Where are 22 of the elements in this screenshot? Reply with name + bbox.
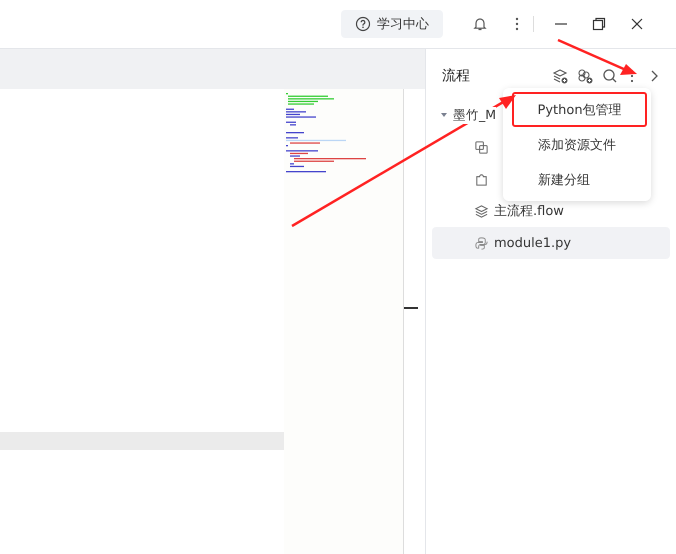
learning-center-button[interactable]: 学习中心 [341,10,443,38]
scroll-thumb[interactable] [404,307,418,309]
more-icon[interactable] [515,16,519,32]
restore-icon[interactable] [591,16,607,32]
help-icon [355,16,371,32]
bell-icon[interactable] [472,16,488,32]
component-add-icon[interactable] [577,68,593,84]
search-icon[interactable] [602,68,618,84]
menu-item[interactable]: 添加资源文件 [512,127,647,162]
layers-add-icon[interactable] [552,68,568,84]
tree-item[interactable]: 墨竹_M [432,99,502,131]
caret-icon [440,111,448,119]
python-icon [474,236,489,250]
panel-title: 流程 [442,67,470,85]
puzzle-icon [474,172,489,186]
squares-icon [474,140,489,154]
tree-item[interactable]: module1.py [432,227,670,259]
close-icon[interactable] [629,16,645,32]
menu-item[interactable]: 新建分组 [512,162,647,197]
layers-icon [474,204,489,218]
tree-item[interactable]: 主流程.flow [432,195,570,227]
menu-item[interactable]: Python包管理 [512,92,647,127]
